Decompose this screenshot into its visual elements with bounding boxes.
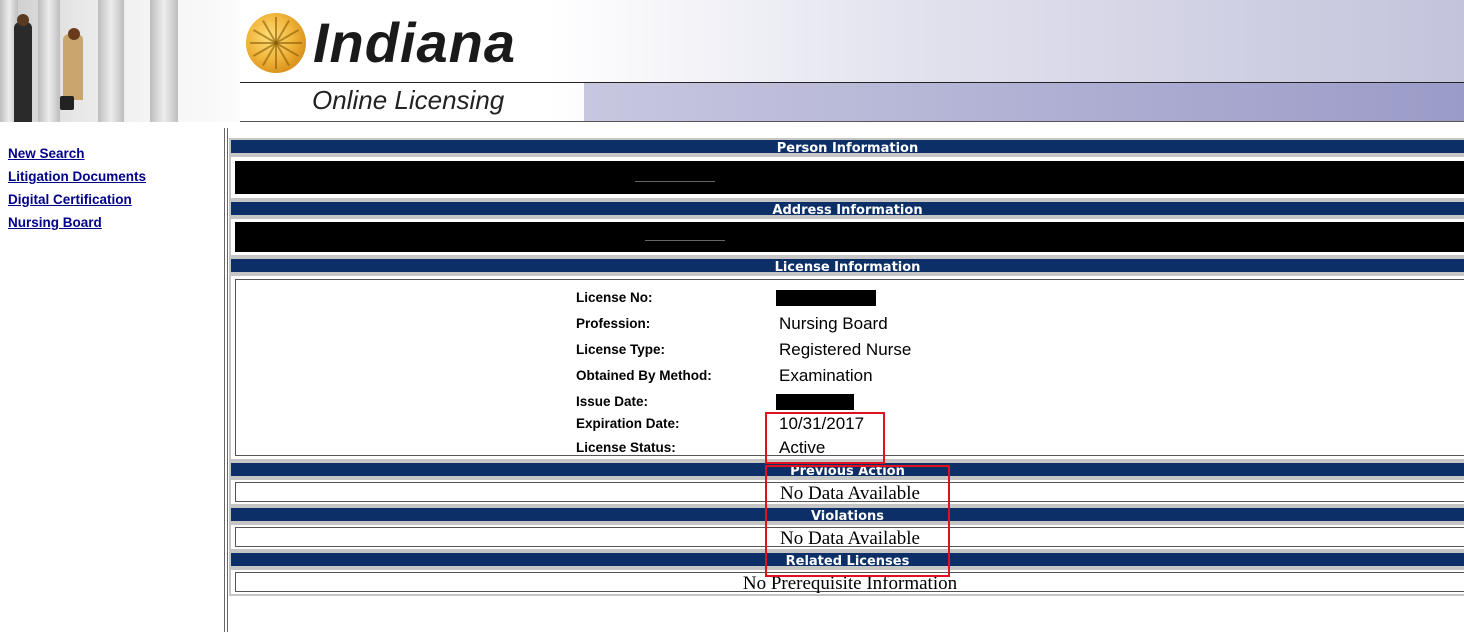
violations-row: No Data Available [229,523,1464,551]
page-header: Indiana Online Licensing [0,0,1464,130]
related-licenses-text: No Prerequisite Information [235,572,1464,594]
header-accent-band [584,83,1464,121]
sidebar-nav: New Search Litigation Documents Digital … [8,142,218,234]
briefcase-shape [60,96,74,110]
license-no-label: License No: [576,290,653,305]
issue-date-redacted [776,394,854,410]
license-info-inner: License No: Profession: Nursing Board Li… [235,279,1464,457]
license-status-label: License Status: [576,440,676,455]
brand-subtitle: Online Licensing [312,85,505,115]
state-seal-icon [246,13,306,73]
person-figure [63,34,83,100]
person-head [17,14,29,26]
section-header-related-licenses: Related Licenses [229,551,1464,569]
pillar-shape [38,0,60,122]
section-header-previous-action: Previous Action [229,461,1464,479]
header-photo [0,0,240,122]
redaction-artifact [645,240,725,241]
sidebar-link-new-search[interactable]: New Search [8,142,218,165]
redacted-block [235,161,1464,194]
license-field-row: Profession: Nursing Board [236,311,1464,337]
brand-title: Indiana [313,11,517,74]
sidebar-divider [227,128,228,632]
previous-action-row: No Data Available [229,478,1464,506]
section-header-license: License Information [229,257,1464,275]
address-info-row [229,217,1464,257]
sidebar-link-litigation-documents[interactable]: Litigation Documents [8,165,218,188]
license-field-row: License No: [236,285,1464,311]
redacted-block [235,222,1464,252]
license-field-row: License Type: Registered Nurse [236,337,1464,363]
pillar-shape [98,0,124,122]
license-no-redacted [776,290,876,306]
pillar-shape [150,0,178,122]
expiration-date-value: 10/31/2017 [779,414,865,433]
license-info-box: License No: Profession: Nursing Board Li… [229,274,1464,461]
redaction-artifact [635,181,715,182]
obtained-method-value: Examination [779,366,873,385]
violations-text: No Data Available [235,527,1464,549]
profession-value: Nursing Board [779,314,888,333]
license-type-label: License Type: [576,342,666,357]
person-head [68,28,80,40]
license-field-row: License Status: Active [236,435,1464,461]
sidebar-link-nursing-board[interactable]: Nursing Board [8,211,218,234]
expiration-date-label: Expiration Date: [576,416,680,431]
related-licenses-row: No Prerequisite Information [229,568,1464,596]
section-header-violations: Violations [229,506,1464,524]
previous-action-text: No Data Available [235,482,1464,504]
license-field-row: Expiration Date: 10/31/2017 [236,411,1464,437]
main-content: Person Information Address Information L… [229,138,1464,596]
header-divider [240,82,1464,83]
license-field-row: Obtained By Method: Examination [236,363,1464,389]
section-header-address: Address Information [229,200,1464,218]
section-header-person: Person Information [229,138,1464,156]
person-info-row [229,155,1464,200]
sidebar-link-digital-certification[interactable]: Digital Certification [8,188,218,211]
sidebar-divider [224,128,225,632]
license-status-value: Active [779,438,826,457]
license-type-value: Registered Nurse [779,340,912,359]
obtained-method-label: Obtained By Method: [576,368,712,383]
profession-label: Profession: [576,316,651,331]
person-figure [14,22,32,122]
